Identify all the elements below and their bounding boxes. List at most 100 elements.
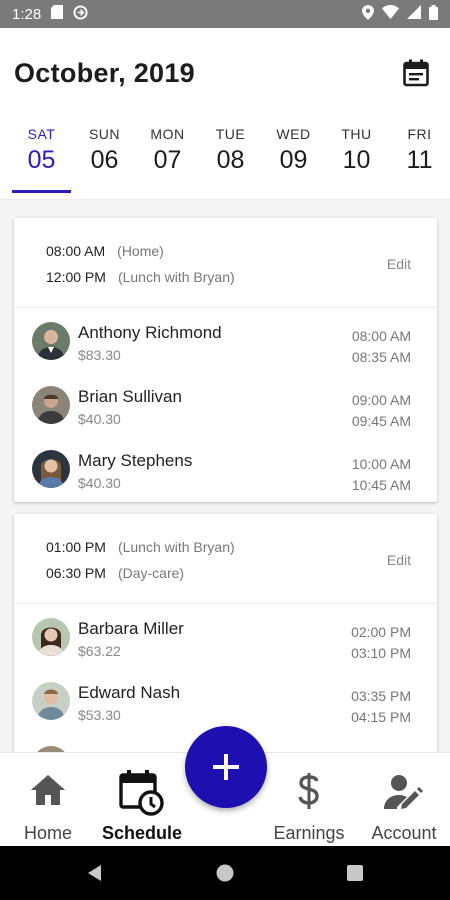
schedule-card: 01:00 PM (Lunch with Bryan) 06:30 PM (Da… xyxy=(14,514,437,752)
location-icon xyxy=(362,4,374,24)
day-tab-mon[interactable]: MON 07 xyxy=(136,122,199,199)
sd-card-icon xyxy=(51,5,64,23)
day-name: WED xyxy=(276,126,311,142)
end-place: (Day-care) xyxy=(117,565,185,581)
rider-times: 09:00 AM 09:45 AM xyxy=(352,390,411,432)
pickup-time: 09:00 AM xyxy=(351,392,411,408)
avatar xyxy=(32,386,70,424)
nav-earnings-label: Earnings xyxy=(273,823,345,843)
dropoff-time: 08:35 AM xyxy=(351,349,411,365)
schedule-card-header: 08:00 AM (Home) 12:00 PM (Lunch with Bry… xyxy=(14,218,437,308)
rider-row[interactable]: Brian Sullivan $40.30 09:00 AM 09:45 AM xyxy=(14,374,437,438)
rider-price: $63.22 xyxy=(78,643,121,659)
start-time: 01:00 PM xyxy=(46,539,106,555)
rider-price: $83.30 xyxy=(78,347,121,363)
schedule-card-header: 01:00 PM (Lunch with Bryan) 06:30 PM (Da… xyxy=(14,514,437,604)
nav-account[interactable]: Account xyxy=(359,753,449,847)
signal-icon xyxy=(407,5,421,23)
wifi-icon xyxy=(382,5,399,23)
schedule-icon xyxy=(119,770,164,816)
rider-row[interactable]: Mary Stephens $40.30 10:00 AM 10:45 AM xyxy=(14,438,437,502)
nav-earnings[interactable]: Earnings xyxy=(264,753,354,847)
day-name: TUE xyxy=(215,126,246,142)
avatar xyxy=(32,322,70,360)
start-line: 01:00 PM (Lunch with Bryan) xyxy=(46,539,235,555)
rider-row[interactable]: Edward Nash $53.30 03:35 PM 04:15 PM xyxy=(14,670,437,734)
home-circle-icon[interactable] xyxy=(216,864,234,882)
avatar xyxy=(32,682,70,720)
add-ride-button[interactable] xyxy=(185,726,267,808)
nav-account-label: Account xyxy=(371,823,437,843)
day-name: FRI xyxy=(407,126,432,142)
edit-button[interactable]: Edit xyxy=(387,552,411,568)
dropoff-time: 04:15 PM xyxy=(351,709,411,725)
nav-home-label: Home xyxy=(23,823,72,843)
rider-name: Brian Sullivan xyxy=(78,387,182,406)
day-tab-fri[interactable]: FRI 11 xyxy=(388,122,450,199)
nav-schedule[interactable]: Schedule xyxy=(97,753,187,847)
pickup-time: 10:00 AM xyxy=(351,456,411,472)
day-number: 07 xyxy=(153,146,182,174)
avatar xyxy=(32,618,70,656)
day-name: SAT xyxy=(27,126,56,142)
calendar-button[interactable] xyxy=(396,53,436,93)
back-icon[interactable] xyxy=(86,864,104,882)
header: October, 2019 xyxy=(0,28,450,118)
system-nav-bar xyxy=(0,846,450,900)
end-line: 06:30 PM (Day-care) xyxy=(46,565,184,581)
rider-name: Edward Nash xyxy=(78,683,181,702)
day-tab-sun[interactable]: SUN 06 xyxy=(73,122,136,199)
rider-row[interactable]: Barbara Miller $63.22 02:00 PM 03:10 PM xyxy=(14,606,437,670)
day-tab-sat[interactable]: SAT 05 xyxy=(10,122,73,199)
end-time: 06:30 PM xyxy=(46,565,106,581)
end-time: 12:00 PM xyxy=(46,269,106,285)
pickup-time: 03:35 PM xyxy=(351,688,411,704)
status-bar: 1:28 xyxy=(0,0,450,28)
day-number: 11 xyxy=(406,146,433,174)
rider-name: Anthony Richmond xyxy=(78,323,222,342)
rider-row[interactable]: Anthony Richmond $83.30 08:00 AM 08:35 A… xyxy=(14,310,437,374)
day-tab-thu[interactable]: THU 10 xyxy=(325,122,388,199)
rider-price: $40.30 xyxy=(78,411,121,427)
recents-icon[interactable] xyxy=(346,864,364,882)
end-place: (Lunch with Bryan) xyxy=(117,269,235,285)
dollar-icon xyxy=(298,773,319,809)
start-place: (Home) xyxy=(117,243,164,259)
pickup-time: 02:00 PM xyxy=(351,624,411,640)
page-title: October, 2019 xyxy=(14,57,195,88)
edit-button[interactable]: Edit xyxy=(387,256,411,272)
day-selector: SAT 05 SUN 06 MON 07 TUE 08 WED 09 THU 1… xyxy=(0,122,450,200)
battery-icon xyxy=(429,4,438,24)
rider-name: Barbara Miller xyxy=(78,619,184,638)
rider-times: 02:00 PM 03:10 PM xyxy=(351,622,411,664)
home-icon xyxy=(31,775,65,805)
schedule-card: 08:00 AM (Home) 12:00 PM (Lunch with Bry… xyxy=(14,218,437,502)
day-tab-tue[interactable]: TUE 08 xyxy=(199,122,262,199)
schedule-list[interactable]: 08:00 AM (Home) 12:00 PM (Lunch with Bry… xyxy=(0,200,450,752)
start-line: 08:00 AM (Home) xyxy=(46,243,164,259)
day-name: SUN xyxy=(88,126,121,142)
plus-icon xyxy=(213,754,239,780)
rider-times: 10:00 AM 10:45 AM xyxy=(352,454,411,496)
day-tab-wed[interactable]: WED 09 xyxy=(262,122,325,199)
rider-price: $53.30 xyxy=(78,707,121,723)
nav-schedule-label: Schedule xyxy=(101,823,183,843)
sync-icon xyxy=(73,4,88,24)
dropoff-time: 09:45 AM xyxy=(351,413,411,429)
day-number: 05 xyxy=(27,146,56,174)
day-number: 06 xyxy=(90,146,119,174)
day-name: MON xyxy=(150,126,185,142)
start-place: (Lunch with Bryan) xyxy=(117,539,235,555)
rider-price: $40.30 xyxy=(78,475,121,491)
start-time: 08:00 AM xyxy=(46,243,106,259)
day-number: 09 xyxy=(279,146,308,174)
pickup-time: 08:00 AM xyxy=(351,328,411,344)
rider-times: 08:00 AM 08:35 AM xyxy=(352,326,411,368)
account-edit-icon xyxy=(384,775,423,809)
dropoff-time: 03:10 PM xyxy=(351,645,411,661)
nav-home[interactable]: Home xyxy=(3,753,93,847)
status-time: 1:28 xyxy=(12,5,42,23)
day-number: 10 xyxy=(342,146,371,174)
day-number: 08 xyxy=(216,146,245,174)
end-line: 12:00 PM (Lunch with Bryan) xyxy=(46,269,235,285)
